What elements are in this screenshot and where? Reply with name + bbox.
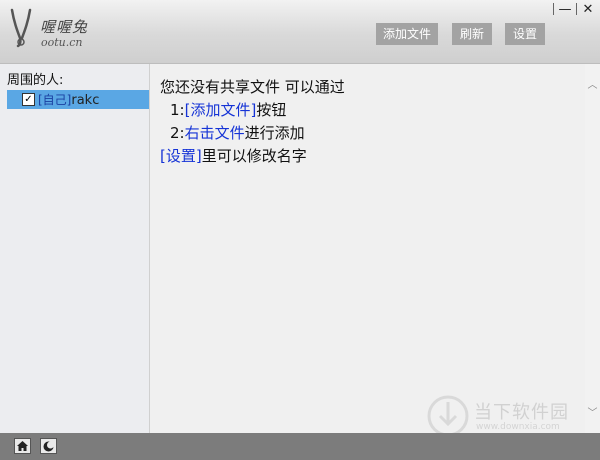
app-logo: 喔喔兔 ootu.cn [6,6,126,58]
peer-tag: [自己] [38,93,72,107]
step-1-suffix: 按钮 [256,101,287,119]
minimize-button[interactable]: — [557,2,573,17]
empty-state-message: 您还没有共享文件 可以通过 1:[添加文件]按钮 2:右击文件进行添加 [设置]… [160,76,345,168]
message-step-2: 2:右击文件进行添加 [160,122,345,145]
app-window: 喔喔兔 ootu.cn — ✕ 添加文件 刷新 设置 周围的人: ✓ [自己]r… [0,0,600,460]
moon-icon [43,441,54,451]
add-file-button[interactable]: 添加文件 [376,23,438,45]
message-line-4: [设置]里可以修改名字 [160,145,345,168]
line-4-suffix: 里可以修改名字 [201,147,307,165]
footer-bar [0,433,600,460]
peer-checkbox[interactable]: ✓ [22,93,35,106]
message-line-1: 您还没有共享文件 可以通过 [160,78,345,96]
step-2-suffix: 进行添加 [244,124,305,142]
sidebar-title: 周围的人: [7,73,64,88]
step-1-prefix: 1: [170,101,185,119]
step-2-prefix: 2: [170,124,185,142]
refresh-button[interactable]: 刷新 [452,23,492,45]
message-step-1: 1:[添加文件]按钮 [160,99,345,122]
watermark-url: www.downxia.com [476,422,560,432]
right-click-file-link[interactable]: 右击文件 [185,124,245,142]
settings-button[interactable]: 设置 [505,23,545,45]
separator [576,3,577,15]
watermark-text: 当下软件园 [474,402,569,423]
home-icon [17,441,28,451]
peers-sidebar: 周围的人: ✓ [自己]rakc [0,64,150,433]
settings-link[interactable]: [设置] [160,147,202,165]
window-controls: — ✕ [550,0,596,18]
peer-item-self[interactable]: ✓ [自己]rakc [7,90,149,109]
chevron-up-icon[interactable]: ︿ [585,78,600,93]
header: 喔喔兔 ootu.cn — ✕ 添加文件 刷新 设置 [0,0,600,64]
separator [553,3,554,15]
chevron-down-icon[interactable]: ﹀ [585,406,600,421]
home-button[interactable] [14,438,31,454]
vertical-scrollbar[interactable]: ︿ ﹀ [585,64,600,433]
watermark: 当下软件园 www.downxia.com [426,394,586,438]
close-button[interactable]: ✕ [580,2,596,17]
watermark-logo-icon [427,395,469,437]
brand-domain: ootu.cn [41,36,83,49]
peer-name: rakc [71,93,100,108]
brand-name: 喔喔兔 [40,18,89,36]
peer-label: [自己]rakc [38,91,99,108]
shared-files-panel: 您还没有共享文件 可以通过 1:[添加文件]按钮 2:右击文件进行添加 [设置]… [150,64,585,433]
add-file-link[interactable]: [添加文件] [185,101,257,119]
about-button[interactable] [40,438,57,454]
rabbit-logo-icon [10,8,32,48]
